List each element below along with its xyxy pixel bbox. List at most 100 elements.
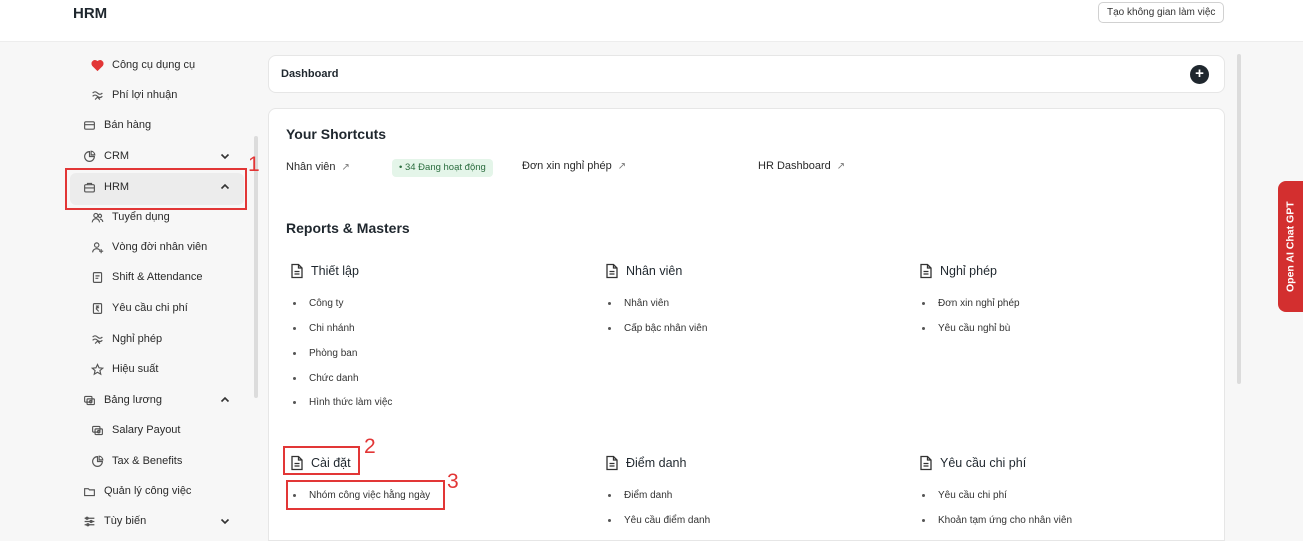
annotation-number-3: 3 <box>447 470 459 493</box>
sidebar-item-hieu-suat[interactable]: Hiệu suất <box>89 358 158 380</box>
sidebar-item-crm[interactable]: CRM <box>81 145 129 167</box>
chat-gpt-tab-label[interactable]: Open AI Chat GPT <box>1278 181 1303 312</box>
dashboard-card[interactable]: Dashboard + <box>268 55 1225 93</box>
sidebar-item-label: Công cụ dụng cụ <box>112 59 196 71</box>
link-chuc-danh[interactable]: Chức danh <box>292 373 359 384</box>
chart-pie-icon <box>81 148 97 164</box>
badge-label: 34 Đang hoạt động <box>404 162 486 173</box>
link-diem-danh[interactable]: Điểm danh <box>607 490 672 501</box>
rupee-icon <box>89 300 105 316</box>
top-bar: HRM Tạo không gian làm việc <box>0 0 1303 42</box>
link-nhan-vien[interactable]: Nhân viên <box>607 298 669 309</box>
sidebar-item-yeu-cau-chi-phi[interactable]: Yêu cầu chi phí <box>89 297 188 319</box>
sidebar-item-label: Tùy biến <box>104 515 147 527</box>
link-cong-ty[interactable]: Công ty <box>292 298 343 309</box>
document-icon <box>605 263 619 279</box>
sidebar-item-label: Quản lý công việc <box>104 485 192 497</box>
sidebar-item-salary-payout[interactable]: Salary Payout <box>89 419 180 441</box>
annotation-box-hrm <box>65 168 247 210</box>
chevron-down-icon[interactable] <box>220 516 232 528</box>
link-label: Yêu cầu chi phí <box>938 490 1007 501</box>
link-yeu-cau-chi-phi[interactable]: Yêu cầu chi phí <box>921 490 1007 501</box>
chevron-down-icon[interactable] <box>220 151 232 163</box>
document-icon <box>605 455 619 471</box>
bullet <box>293 327 296 330</box>
shortcuts-title: Your Shortcuts <box>286 126 387 142</box>
sidebar-item-ban-hang[interactable]: Bán hàng <box>81 114 151 136</box>
annotation-number-2: 2 <box>364 435 376 458</box>
link-yeu-cau-nghi-bu[interactable]: Yêu cầu nghỉ bù <box>921 323 1010 334</box>
document-icon <box>290 263 304 279</box>
sidebar-item-label: Hiệu suất <box>112 363 159 375</box>
chevron-up-icon[interactable] <box>220 395 232 407</box>
card-heading-label: Nghỉ phép <box>940 264 997 278</box>
bullet <box>293 352 296 355</box>
sidebar-item-quan-ly-cong-viec[interactable]: Quản lý công việc <box>81 480 191 502</box>
bullet <box>608 519 611 522</box>
external-arrow-icon: ↗ <box>617 160 627 172</box>
document-icon <box>919 263 933 279</box>
link-cap-bac-nhan-vien[interactable]: Cấp bậc nhân viên <box>607 323 707 334</box>
cash-icon <box>81 392 97 408</box>
annotation-box-cai-dat <box>283 446 360 475</box>
sidebar-item-label: Vòng đời nhân viên <box>112 241 208 253</box>
link-label: Phòng ban <box>309 348 358 359</box>
page-scrollbar[interactable] <box>1237 54 1241 384</box>
sidebar-item-bang-luong[interactable]: Bảng lương <box>81 389 162 411</box>
sliders-icon <box>81 513 97 529</box>
link-chi-nhanh[interactable]: Chi nhánh <box>292 323 355 334</box>
link-label: Đơn xin nghỉ phép <box>938 298 1020 309</box>
users-icon <box>89 209 105 225</box>
link-label: Khoản tạm ứng cho nhân viên <box>938 515 1073 526</box>
sidebar-item-cong-cu-dung-cu[interactable]: Công cụ dụng cụ <box>89 54 195 76</box>
card-icon <box>81 117 97 133</box>
link-phong-ban[interactable]: Phòng ban <box>292 348 357 359</box>
sidebar-item-tuy-bien[interactable]: Tùy biến <box>81 510 146 532</box>
reports-title: Reports & Masters <box>286 220 410 236</box>
sidebar-item-label: Bảng lương <box>104 394 163 406</box>
user-plus-icon <box>89 239 105 255</box>
sidebar-item-phi-loi-nhuan[interactable]: Phí lợi nhuận <box>89 84 177 106</box>
card-heading-diem-danh: Điểm danh <box>605 455 686 471</box>
folder-icon <box>81 483 97 499</box>
annotation-number-1: 1 <box>248 153 260 176</box>
bullet <box>293 377 296 380</box>
sidebar-item-label: Bán hàng <box>104 119 152 131</box>
bullet <box>922 494 925 497</box>
card-heading-label: Nhân viên <box>626 264 683 278</box>
sidebar-item-label: Phí lợi nhuận <box>112 89 178 101</box>
link-khoan-tam-ung[interactable]: Khoản tạm ứng cho nhân viên <box>921 515 1072 526</box>
link-label: Yêu cầu nghỉ bù <box>938 323 1011 334</box>
sidebar-item-label: Yêu cầu chi phí <box>112 302 188 314</box>
clipboard-icon <box>89 269 105 285</box>
card-heading-label: Thiết lập <box>311 264 359 278</box>
sidebar: Công cụ dụng cụ Phí lợi nhuận Bán hàng C… <box>0 42 258 541</box>
wavy-icon <box>89 87 105 103</box>
link-label: Chi nhánh <box>309 323 355 334</box>
sidebar-item-label: CRM <box>104 150 130 162</box>
link-label: Yêu cầu điểm danh <box>624 515 711 526</box>
sidebar-item-label: Tax & Benefits <box>112 455 183 467</box>
status-badge: • 34 Đang hoạt động <box>392 159 493 177</box>
link-label: Hình thức làm việc <box>309 397 393 408</box>
link-yeu-cau-diem-danh[interactable]: Yêu cầu điểm danh <box>607 515 710 526</box>
link-hinh-thuc-lam-viec[interactable]: Hình thức làm việc <box>292 397 392 408</box>
link-label: Cấp bậc nhân viên <box>624 323 708 334</box>
shortcut-nhan-vien[interactable]: Nhân viên ↗ <box>286 161 350 173</box>
add-dashboard-button[interactable]: + <box>1190 65 1209 84</box>
annotation-box-nhom-cong-viec <box>286 480 445 510</box>
sidebar-item-vong-doi-nhan-vien[interactable]: Vòng đời nhân viên <box>89 236 207 258</box>
sidebar-item-shift-attendance[interactable]: Shift & Attendance <box>89 266 203 288</box>
sidebar-item-nghi-phep[interactable]: Nghỉ phép <box>89 328 162 350</box>
create-workspace-button[interactable]: Tạo không gian làm việc <box>1098 2 1225 23</box>
shortcut-hr-dashboard[interactable]: HR Dashboard ↗ <box>758 160 845 172</box>
bullet <box>922 302 925 305</box>
sidebar-item-label: Tuyển dụng <box>112 211 170 223</box>
sidebar-item-tax-benefits[interactable]: Tax & Benefits <box>89 450 182 472</box>
shortcut-label: Đơn xin nghỉ phép <box>522 160 612 172</box>
shortcut-label: HR Dashboard <box>758 160 831 172</box>
shortcut-don-xin-nghi-phep[interactable]: Đơn xin nghỉ phép ↗ <box>522 160 626 172</box>
link-don-xin-nghi-phep[interactable]: Đơn xin nghỉ phép <box>921 298 1020 309</box>
star-icon <box>89 361 105 377</box>
link-label: Công ty <box>309 298 344 309</box>
